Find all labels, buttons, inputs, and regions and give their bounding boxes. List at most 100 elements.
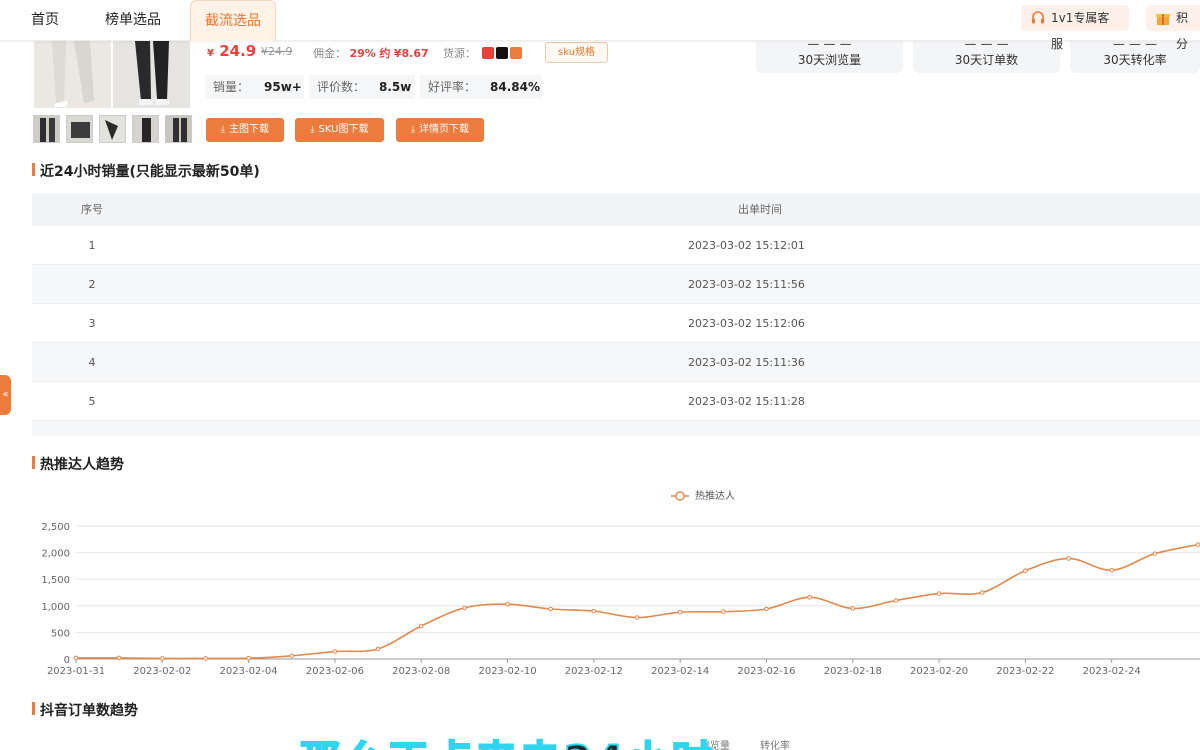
stat-reviews: 评价数： 8.5w xyxy=(309,75,415,99)
row-index: 5 xyxy=(88,395,96,408)
stat-reviews-label: 评价数： xyxy=(317,80,366,94)
tab-home[interactable]: 首页 xyxy=(31,0,59,41)
data-point[interactable] xyxy=(375,646,381,652)
stat-rating-value: 84.84% xyxy=(490,80,540,94)
source-1688-icon[interactable] xyxy=(481,47,494,59)
data-point[interactable] xyxy=(116,655,122,661)
data-point[interactable] xyxy=(1152,551,1158,556)
commission-amount: ¥8.67 xyxy=(393,47,429,60)
data-point[interactable] xyxy=(246,655,251,661)
kpi-views-label: 30天浏览量 xyxy=(797,53,862,67)
column-header-index: 序号 xyxy=(81,203,103,216)
stat-rating: 好评率： 84.84% xyxy=(420,75,542,99)
main-image-download-button[interactable]: ⤓ 主图下载 xyxy=(206,118,284,142)
table-header: 序号 出单时间 xyxy=(32,193,1200,226)
data-point[interactable] xyxy=(850,606,856,611)
download-icon: ⤓ xyxy=(310,125,315,135)
service-button[interactable]: 1v1专属客服 xyxy=(1021,5,1129,51)
douyin-icon[interactable] xyxy=(495,47,508,59)
legend-label: 热推达人 xyxy=(695,489,735,502)
commission-about: 约 xyxy=(379,47,391,60)
data-point[interactable] xyxy=(418,623,424,629)
data-point[interactable] xyxy=(73,655,79,661)
chart-y-ticks: 0 500 1,000 1,500 2,000 2,500 xyxy=(41,522,70,666)
row-time: 2023-03-02 15:11:36 xyxy=(688,356,805,369)
data-point[interactable] xyxy=(462,605,467,611)
data-point[interactable] xyxy=(979,590,985,595)
row-time: 2023-03-02 15:11:56 xyxy=(688,278,805,291)
data-point[interactable] xyxy=(332,649,338,654)
data-point[interactable] xyxy=(764,606,769,612)
row-time: 2023-03-02 15:12:01 xyxy=(688,239,805,252)
tab-ranking[interactable]: 榜单选品 xyxy=(105,0,161,41)
y-tick-label: 2,500 xyxy=(41,522,70,533)
x-tick-label: 2023-02-16 xyxy=(737,666,795,677)
thumbnail-2[interactable] xyxy=(66,115,93,143)
chart-points xyxy=(73,542,1200,661)
thumbnail-photo xyxy=(34,116,59,142)
x-tick-label: 2023-02-22 xyxy=(996,666,1054,677)
thumbnail-photo xyxy=(166,116,191,142)
legend-marker xyxy=(675,491,685,501)
collapse-sidebar-button[interactable]: « xyxy=(0,375,11,415)
data-point[interactable] xyxy=(203,656,208,661)
taobao-icon[interactable] xyxy=(509,47,522,59)
double-chevron-left-icon: « xyxy=(2,389,9,400)
y-tick-label: 2,000 xyxy=(41,549,70,560)
data-point[interactable] xyxy=(548,606,553,612)
thumbnail-photo xyxy=(100,116,125,142)
data-point[interactable] xyxy=(634,615,640,620)
tab-intercept[interactable]: 截流选品 xyxy=(190,0,276,41)
chart-x-ticks: 2023-01-31 2023-02-02 2023-02-04 2023-02-06… xyxy=(47,659,1141,677)
source: 货源： xyxy=(443,45,522,61)
points-button[interactable]: 积分 xyxy=(1146,5,1200,51)
thumbnail-photo xyxy=(67,116,92,142)
x-tick-label: 2023-02-24 xyxy=(1083,666,1141,677)
y-tick-label: 1,500 xyxy=(41,575,70,586)
kpi-views-card: — — — 30天浏览量 xyxy=(756,37,903,73)
points-label: 积分 xyxy=(1176,11,1189,51)
thumbnail-3[interactable] xyxy=(99,115,126,143)
thumbnail-4[interactable] xyxy=(132,115,159,143)
page: 首页 榜单选品 截流选品 1v1专属客服 积分 ¥ 24.9 ¥24.9 佣金：… xyxy=(0,0,1200,750)
data-point[interactable] xyxy=(936,591,942,596)
sales-section-title: 近24小时销量(只能显示最新50单) xyxy=(32,161,260,181)
thumbnail-1[interactable] xyxy=(33,115,60,143)
data-point[interactable] xyxy=(505,601,510,607)
data-point[interactable] xyxy=(1066,556,1071,561)
chart-legend[interactable]: 热推达人 xyxy=(671,489,735,502)
influencer-trend-chart: 05001,0001,5002,0002,500 2023-01-31 2023-… xyxy=(41,489,1200,677)
data-point[interactable] xyxy=(677,609,683,615)
sales-table: 序号 出单时间 1 2023-03-02 15:12:01 2 2023-03-02… xyxy=(32,193,1200,436)
sku-button[interactable]: sku规格 xyxy=(545,42,609,63)
price-value: 24.9 xyxy=(219,42,257,60)
data-point[interactable] xyxy=(591,608,597,614)
product-photo-2 xyxy=(113,41,190,108)
stat-reviews-value: 8.5w xyxy=(379,80,412,94)
data-point[interactable] xyxy=(289,653,295,659)
sku-image-download-button[interactable]: ⤓ SKU图下载 xyxy=(295,118,384,142)
original-price: ¥24.9 xyxy=(261,45,293,58)
product-image-second[interactable] xyxy=(113,41,190,108)
table-row-partial xyxy=(32,421,1200,436)
legend-conversion[interactable]: 转化率 xyxy=(760,737,790,750)
row-index: 1 xyxy=(88,239,96,252)
data-point[interactable] xyxy=(160,656,165,661)
stat-rating-label: 好评率： xyxy=(428,80,477,94)
product-image-main[interactable] xyxy=(34,41,111,108)
detail-page-download-button[interactable]: ⤓ 详情页下载 xyxy=(396,118,484,142)
download-icon: ⤓ xyxy=(221,125,225,135)
commission-label: 佣金： xyxy=(313,47,346,60)
table-row: 4 2023-03-02 15:11:36 xyxy=(32,343,1200,382)
sku-image-download-label: SKU图下载 xyxy=(318,124,369,135)
commission-rate: 29% xyxy=(349,47,376,60)
data-point[interactable] xyxy=(1109,567,1114,573)
data-point[interactable] xyxy=(893,598,899,603)
data-point[interactable] xyxy=(807,594,812,600)
x-tick-label: 2023-02-08 xyxy=(392,666,450,677)
data-point[interactable] xyxy=(721,609,726,614)
source-label: 货源： xyxy=(443,47,476,60)
thumbnail-5[interactable] xyxy=(165,115,192,143)
data-point[interactable] xyxy=(1023,568,1028,573)
data-point[interactable] xyxy=(1195,542,1200,547)
